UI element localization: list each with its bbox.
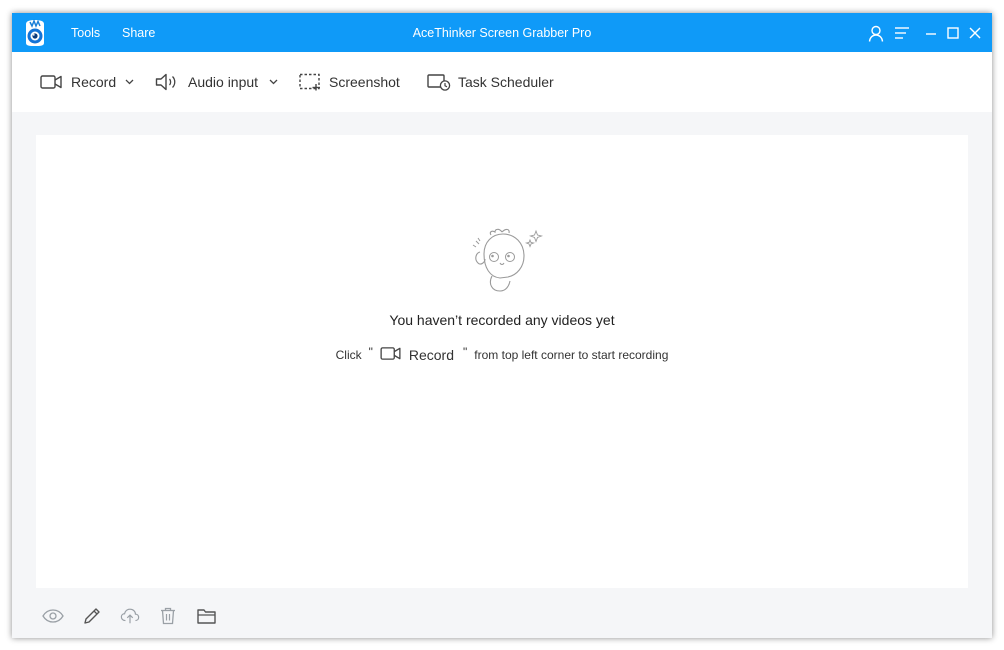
hint-open-quote: " xyxy=(368,345,373,359)
app-window: Tools Share AceThinker Screen Grabber Pr… xyxy=(12,13,992,638)
title-bar: Tools Share AceThinker Screen Grabber Pr… xyxy=(12,13,992,52)
user-icon[interactable] xyxy=(867,24,885,42)
audio-input-button[interactable]: Audio input xyxy=(155,72,278,92)
mascot-illustration-icon xyxy=(454,226,550,302)
audio-input-label: Audio input xyxy=(188,74,259,90)
screenshot-button[interactable]: Screenshot xyxy=(299,72,400,92)
hint-suffix: from top left corner to start recording xyxy=(474,348,669,362)
hint-close-quote: " xyxy=(463,345,468,359)
eye-icon[interactable] xyxy=(42,606,64,626)
folder-icon[interactable] xyxy=(196,606,216,626)
record-button[interactable]: Record xyxy=(40,72,134,92)
toolbar: Record Audio input Screenshot Task Sched… xyxy=(12,52,992,112)
screenshot-icon xyxy=(299,73,321,91)
hint-record-label: Record xyxy=(408,347,455,363)
cloud-upload-icon[interactable] xyxy=(120,606,140,626)
recordings-list-empty: You haven’t recorded any videos yet Clic… xyxy=(36,135,968,588)
speaker-icon xyxy=(155,73,179,91)
scheduler-icon xyxy=(427,73,451,91)
hint-prefix: Click xyxy=(335,348,362,362)
screenshot-label: Screenshot xyxy=(329,74,400,90)
empty-state-hint: Click " Record " from top left corner to… xyxy=(36,345,968,364)
maximize-icon[interactable] xyxy=(944,24,962,42)
record-label: Record xyxy=(71,74,117,90)
task-scheduler-button[interactable]: Task Scheduler xyxy=(427,72,554,92)
footer-actions xyxy=(42,606,234,626)
trash-icon[interactable] xyxy=(158,606,178,626)
task-scheduler-label: Task Scheduler xyxy=(458,74,554,90)
hamburger-menu-icon[interactable] xyxy=(893,24,911,42)
menu-share[interactable]: Share xyxy=(122,26,155,40)
app-logo-icon[interactable] xyxy=(21,18,49,47)
video-camera-icon xyxy=(380,346,401,364)
close-icon[interactable] xyxy=(966,24,984,42)
chevron-down-icon[interactable] xyxy=(125,79,134,85)
chevron-down-icon[interactable] xyxy=(269,79,278,85)
menu-tools[interactable]: Tools xyxy=(71,26,100,40)
pencil-icon[interactable] xyxy=(82,606,102,626)
empty-state-title: You haven’t recorded any videos yet xyxy=(389,312,615,328)
window-title: AceThinker Screen Grabber Pro xyxy=(412,26,592,40)
minimize-icon[interactable] xyxy=(922,24,940,42)
video-camera-icon xyxy=(40,74,62,90)
